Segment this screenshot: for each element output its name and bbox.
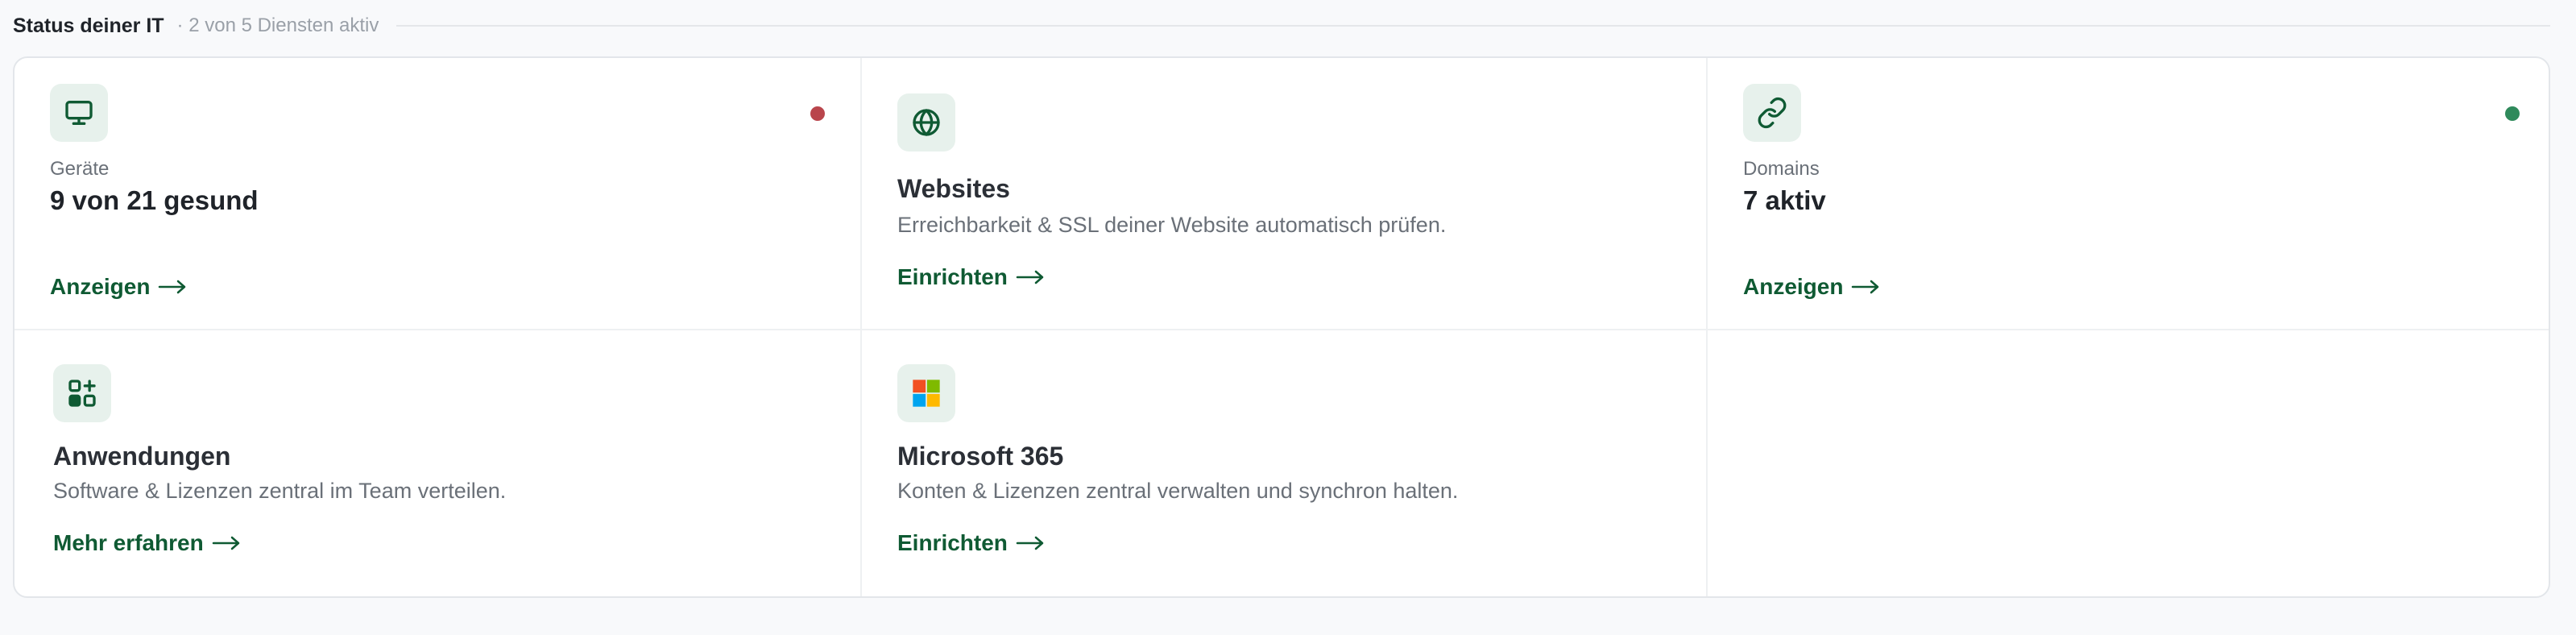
arrow-right-icon (1016, 536, 1044, 550)
card-microsoft-365: Microsoft 365 Konten & Lizenzen zentral … (862, 330, 1706, 596)
devices-show-link[interactable]: Anzeigen (50, 274, 187, 300)
card-description: Erreichbarkeit & SSL deiner Website auto… (897, 213, 1447, 237)
microsoft-logo-icon (897, 364, 955, 422)
status-dot-error (810, 106, 825, 121)
apps-add-icon (53, 364, 111, 422)
apps-learn-more-link[interactable]: Mehr erfahren (53, 530, 241, 556)
card-label: Domains (1743, 158, 1820, 180)
section-header: Status deiner IT · 2 von 5 Diensten akti… (13, 10, 2550, 42)
microsoft-setup-link[interactable]: Einrichten (897, 530, 1045, 556)
link-label: Anzeigen (1743, 274, 1844, 299)
globe-icon (897, 93, 955, 151)
domains-show-link[interactable]: Anzeigen (1743, 274, 1880, 300)
header-divider (396, 25, 2550, 27)
link-label: Einrichten (897, 264, 1008, 289)
card-value: 9 von 21 gesund (50, 185, 259, 215)
arrow-right-icon (1852, 280, 1879, 294)
arrow-right-icon (159, 280, 186, 294)
empty-cell (1708, 330, 2549, 596)
link-icon (1743, 84, 1801, 142)
link-label: Einrichten (897, 530, 1008, 555)
card-description: Konten & Lizenzen zentral verwalten und … (897, 479, 1459, 503)
card-websites: Websites Erreichbarkeit & SSL deiner Web… (862, 58, 1706, 329)
card-value: 7 aktiv (1743, 185, 1826, 215)
card-description: Software & Lizenzen zentral im Team vert… (53, 479, 507, 503)
arrow-right-icon (212, 536, 239, 550)
card-label: Geräte (50, 158, 110, 180)
card-title: Websites (897, 174, 1010, 203)
arrow-right-icon (1016, 270, 1044, 284)
section-title: Status deiner IT (13, 14, 164, 37)
card-apps: Anwendungen Software & Lizenzen zentral … (14, 330, 860, 596)
websites-setup-link[interactable]: Einrichten (897, 264, 1045, 290)
it-status-panel: Geräte 9 von 21 gesund Anzeigen Websites… (13, 56, 2550, 598)
monitor-icon (50, 84, 108, 142)
active-services-count: · 2 von 5 Diensten aktiv (176, 15, 379, 36)
card-title: Anwendungen (53, 442, 231, 471)
link-label: Mehr erfahren (53, 530, 204, 555)
card-devices: Geräte 9 von 21 gesund Anzeigen (14, 58, 860, 329)
status-dot-ok (2505, 106, 2520, 121)
card-domains: Domains 7 aktiv Anzeigen (1708, 58, 2549, 329)
card-title: Microsoft 365 (897, 442, 1064, 471)
link-label: Anzeigen (50, 274, 151, 299)
